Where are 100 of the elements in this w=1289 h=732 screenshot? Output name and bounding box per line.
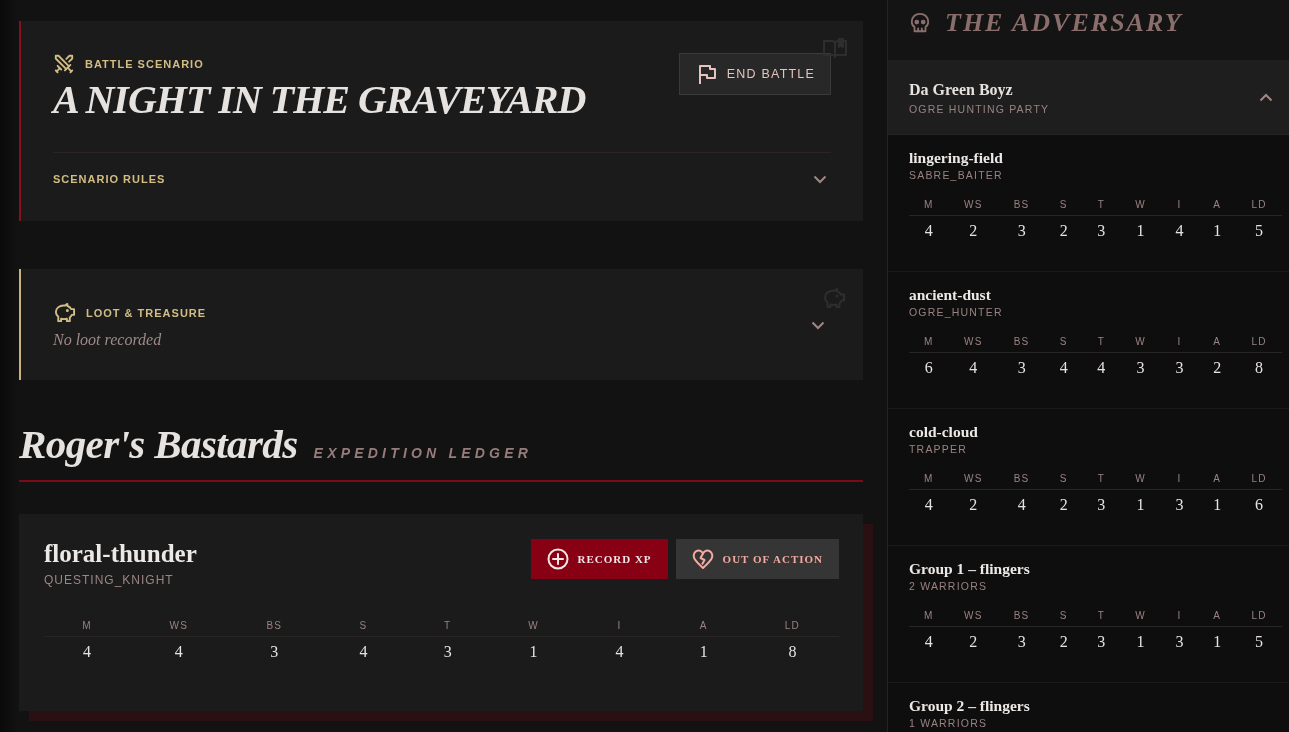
stat-value: 2: [969, 633, 978, 650]
record-xp-button[interactable]: RECORD XP: [530, 539, 668, 579]
section-label: BATTLE SCENARIO: [85, 58, 204, 70]
stat-header: WS: [964, 336, 983, 347]
stat-value: 4: [1059, 359, 1068, 376]
stat-value: 1: [1213, 633, 1222, 650]
end-battle-button[interactable]: END BATTLE: [678, 53, 831, 95]
enemy-type: SABRE_BAITER: [909, 169, 1004, 181]
stat-header: I: [1177, 199, 1182, 210]
stat-header: I: [1177, 610, 1182, 621]
stat-header: I: [617, 620, 622, 631]
enemy-type: 1 WARRIORS: [909, 717, 989, 729]
enemy-name: cold-cloud: [909, 422, 979, 442]
warband-subtitle: EXPEDITION LEDGER: [313, 445, 533, 461]
skull-icon: [909, 12, 931, 34]
enemy-type: TRAPPER: [909, 443, 968, 455]
stat-header: S: [1059, 610, 1068, 621]
stat-header: WS: [964, 473, 983, 484]
chevron-down-icon: [811, 320, 825, 330]
stat-header: S: [1059, 473, 1068, 484]
stat-header: M: [923, 610, 934, 621]
stat-value: 3: [1175, 633, 1184, 650]
stat-header: WS: [964, 199, 983, 210]
stat-header: W: [1135, 610, 1146, 621]
stat-header: LD: [1251, 610, 1267, 621]
stat-value: 4: [359, 643, 368, 660]
stat-value: 3: [1017, 222, 1026, 239]
group-subtitle: OGRE HUNTING PARTY: [909, 103, 1050, 115]
empty-loot-text: No loot recorded: [53, 331, 163, 349]
stat-value: 3: [443, 643, 452, 660]
stat-header: T: [1097, 473, 1105, 484]
warrior-type: QUESTING_KNIGHT: [44, 573, 175, 587]
stat-value: 3: [1097, 496, 1106, 513]
sidebar-title: THE ADVERSARY: [945, 8, 1183, 38]
stat-header: M: [82, 620, 92, 631]
stat-value: 3: [1175, 359, 1184, 376]
stat-value: 4: [1175, 222, 1184, 239]
stat-value: 4: [969, 359, 978, 376]
stat-header: T: [1097, 610, 1105, 621]
stat-value: 4: [615, 643, 624, 660]
stat-value: 4: [924, 496, 933, 513]
stat-value: 8: [788, 643, 797, 660]
stat-header: BS: [1013, 336, 1030, 347]
stat-header: A: [1213, 610, 1222, 621]
book-icon: [823, 38, 847, 58]
stat-header: M: [923, 473, 934, 484]
stat-value: 4: [1017, 496, 1026, 513]
stat-value: 3: [1097, 633, 1106, 650]
chevron-up-icon: [1259, 93, 1273, 102]
crossed-swords-icon: [53, 53, 75, 75]
stat-header: W: [1135, 473, 1146, 484]
enemy-type: 2 WARRIORS: [909, 580, 989, 592]
stat-value: 1: [1136, 496, 1145, 513]
stat-header: W: [528, 620, 539, 631]
stat-value: 5: [1254, 222, 1263, 239]
stat-value: 2: [1059, 496, 1068, 513]
chevron-down-icon: [813, 174, 827, 184]
stat-header: WS: [964, 610, 983, 621]
stat-header: BS: [1013, 199, 1030, 210]
stat-value: 4: [924, 222, 933, 239]
stat-header: W: [1135, 336, 1146, 347]
enemy-type: OGRE_HUNTER: [909, 306, 1004, 318]
stat-value: 4: [174, 643, 183, 660]
enemy-name: Group 1 – flingers: [909, 559, 1031, 579]
stat-value: 3: [1017, 633, 1026, 650]
stat-header: M: [923, 199, 934, 210]
out-of-action-button[interactable]: OUT OF ACTION: [675, 539, 839, 579]
stat-value: 1: [1213, 496, 1222, 513]
stat-header: T: [444, 620, 452, 631]
stat-header: I: [1177, 473, 1182, 484]
stat-header: LD: [784, 620, 800, 631]
stat-value: 5: [1254, 633, 1263, 650]
stat-value: 4: [83, 643, 92, 660]
stat-value: 1: [699, 643, 708, 660]
section-label: LOOT & TREASURE: [86, 306, 207, 319]
stat-value: 2: [969, 496, 978, 513]
stat-header: T: [1097, 199, 1105, 210]
stat-header: LD: [1251, 199, 1267, 210]
stat-header: A: [1213, 199, 1222, 210]
stat-value: 6: [924, 359, 933, 376]
stat-value: 3: [270, 643, 279, 660]
stat-value: 3: [1136, 359, 1145, 376]
stat-value: 2: [969, 222, 978, 239]
stat-header: T: [1097, 336, 1105, 347]
stat-value: 3: [1175, 496, 1184, 513]
stat-value: 3: [1097, 222, 1106, 239]
warrior-name: floral-thunder: [44, 539, 197, 569]
stat-header: I: [1177, 336, 1182, 347]
stat-header: BS: [1013, 610, 1030, 621]
enemy-name: Group 2 – flingers: [909, 696, 1031, 716]
stat-value: 1: [529, 643, 538, 660]
stat-value: 6: [1254, 496, 1263, 513]
stat-value: 4: [924, 633, 933, 650]
stat-value: 1: [1136, 633, 1145, 650]
stat-header: S: [1059, 336, 1068, 347]
scenario-rules-toggle[interactable]: SCENARIO RULES: [53, 153, 831, 199]
stat-value: 8: [1254, 359, 1263, 376]
flag-icon: [697, 64, 717, 84]
stat-value: 3: [1017, 359, 1026, 376]
enemy-name: ancient-dust: [909, 285, 992, 305]
